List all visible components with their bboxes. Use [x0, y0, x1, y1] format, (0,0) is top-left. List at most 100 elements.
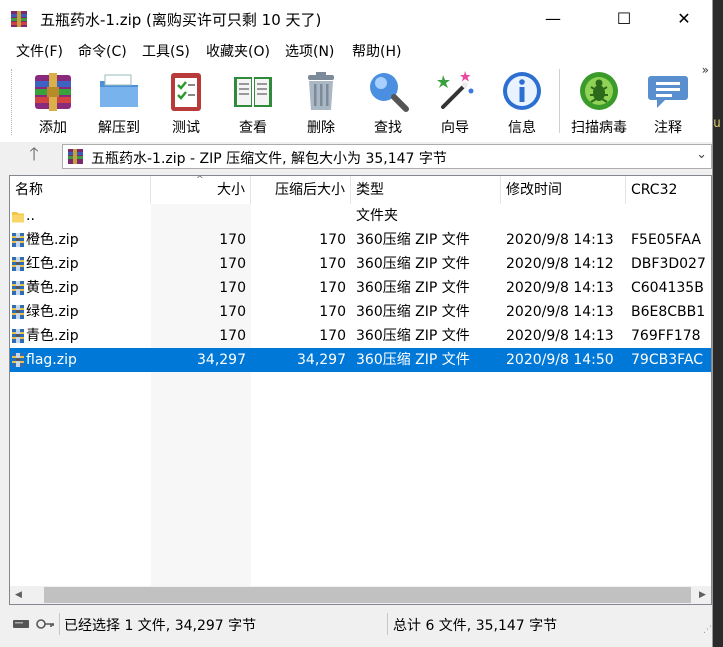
file-row[interactable]: 红色.zip 170 170 360压缩 ZIP 文件 2020/9/8 14:12 DB… — [10, 252, 711, 276]
file-list: 名称 大小 压缩后大小 类型 修改时间 CRC32 ^ .. 文件夹橙色.zip 1… — [9, 175, 712, 605]
delete-label: 删除 — [307, 120, 335, 136]
virus-scan-icon — [580, 72, 618, 110]
menu-favorites[interactable]: 收藏夹(O) — [206, 41, 270, 61]
cell-modified: 2020/9/8 14:13 — [506, 280, 614, 296]
up-folder-button[interactable]: 🡑 — [22, 144, 46, 169]
menu-tools[interactable]: 工具(S) — [142, 41, 190, 61]
cell-modified — [501, 204, 626, 228]
address-bar: 🡑 五瓶药水-1.zip - ZIP 压缩文件, 解包大小为 35,147 字节… — [0, 142, 712, 172]
close-icon: ✕ — [677, 9, 691, 28]
cell-name: 绿色.zip — [26, 304, 79, 320]
cell-type: 360压缩 ZIP 文件 — [356, 352, 470, 368]
add-books-icon — [35, 73, 71, 111]
resize-grip-icon[interactable]: ⋰ — [703, 625, 712, 635]
cell-crc32: C604135B — [631, 280, 704, 296]
trash-icon — [308, 72, 334, 110]
horizontal-scrollbar[interactable]: ◀ ▶ — [10, 586, 711, 604]
cell-packed: 170 — [319, 328, 346, 344]
view-label: 查看 — [239, 120, 267, 136]
winrar-app-icon — [11, 11, 27, 27]
test-button[interactable]: 测试 — [153, 67, 219, 137]
maximize-icon: ☐ — [616, 9, 632, 28]
menu-options[interactable]: 选项(N) — [285, 41, 334, 61]
menu-help[interactable]: 帮助(H) — [352, 41, 401, 61]
list-header: 名称 大小 压缩后大小 类型 修改时间 CRC32 ^ — [10, 176, 711, 204]
toolbar-grip[interactable] — [11, 69, 15, 135]
scroll-left-icon[interactable]: ◀ — [10, 586, 27, 604]
cell-size: 170 — [219, 232, 246, 248]
status-separator — [387, 613, 388, 635]
cell-size: 170 — [219, 280, 246, 296]
comment-label: 注释 — [654, 120, 682, 136]
path-combobox[interactable]: 五瓶药水-1.zip - ZIP 压缩文件, 解包大小为 35,147 字节 ⌄ — [62, 144, 712, 169]
minimize-button[interactable]: — — [530, 0, 576, 37]
cell-name: 红色.zip — [26, 256, 79, 272]
maximize-button[interactable]: ☐ — [601, 0, 647, 37]
menu-file[interactable]: 文件(F) — [16, 41, 63, 61]
column-header-packed[interactable]: 压缩后大小 — [251, 176, 351, 204]
column-header-name[interactable]: 名称 — [10, 176, 151, 204]
cell-name: 青色.zip — [26, 328, 79, 344]
view-button[interactable]: 查看 — [220, 67, 286, 137]
status-bar: 已经选择 1 文件, 34,297 字节 总计 6 文件, 35,147 字节 … — [0, 609, 712, 647]
cell-name: 橙色.zip — [26, 232, 79, 248]
delete-button[interactable]: 删除 — [288, 67, 354, 137]
cell-size: 170 — [219, 304, 246, 320]
winrar-window: 五瓶药水-1.zip (离购买许可只剩 10 天了) — ☐ ✕ 文件(F) 命… — [0, 0, 713, 647]
file-row[interactable]: flag.zip 34,297 34,297 360压缩 ZIP 文件 2020/9/8… — [10, 348, 711, 372]
test-clipboard-icon — [171, 73, 201, 111]
extract-to-button[interactable]: 解压到 — [86, 67, 152, 137]
cell-type: 文件夹 — [356, 208, 398, 224]
cell-packed: 170 — [319, 256, 346, 272]
column-header-crc32[interactable]: CRC32 — [626, 176, 711, 204]
comment-icon — [648, 76, 688, 108]
title-bar[interactable]: 五瓶药水-1.zip (离购买许可只剩 10 天了) — ☐ ✕ — [0, 0, 712, 37]
cell-type: 360压缩 ZIP 文件 — [356, 232, 470, 248]
scan-virus-button[interactable]: 扫描病毒 — [566, 67, 632, 137]
file-row[interactable]: 黄色.zip 170 170 360压缩 ZIP 文件 2020/9/8 14:13 C6… — [10, 276, 711, 300]
cell-modified: 2020/9/8 14:12 — [506, 256, 614, 272]
cell-name: .. — [26, 208, 35, 224]
cell-type: 360压缩 ZIP 文件 — [356, 256, 470, 272]
find-button[interactable]: 查找 — [355, 67, 421, 137]
cell-type: 360压缩 ZIP 文件 — [356, 328, 470, 344]
cell-size: 170 — [219, 328, 246, 344]
cell-name: 黄色.zip — [26, 280, 79, 296]
file-row[interactable]: .. 文件夹 — [10, 204, 711, 228]
scrollbar-thumb[interactable] — [44, 587, 691, 603]
add-button[interactable]: 添加 — [20, 67, 86, 137]
cell-packed: 34,297 — [297, 352, 346, 368]
cell-type: 360压缩 ZIP 文件 — [356, 304, 470, 320]
cell-crc32: F5E05FAA — [631, 232, 701, 248]
cell-name: flag.zip — [26, 352, 77, 368]
toolbar: 添加 解压到 测试 查看 删除 查找 向导 信息 扫描病毒 注释 » — [0, 63, 712, 143]
column-header-type[interactable]: 类型 — [351, 176, 501, 204]
wizard-label: 向导 — [441, 120, 469, 136]
menu-commands[interactable]: 命令(C) — [78, 41, 127, 61]
cell-crc32: 769FF178 — [631, 328, 701, 344]
test-label: 测试 — [172, 120, 200, 136]
scroll-right-icon[interactable]: ▶ — [694, 586, 711, 604]
comment-button[interactable]: 注释 — [635, 67, 701, 137]
drive-key-icon — [13, 619, 54, 629]
column-header-modified[interactable]: 修改时间 — [501, 176, 626, 204]
file-row[interactable]: 青色.zip 170 170 360压缩 ZIP 文件 2020/9/8 14:13 76… — [10, 324, 711, 348]
selection-status: 已经选择 1 文件, 34,297 字节 — [64, 618, 257, 634]
cell-crc32: 79CB3FAC — [631, 352, 703, 368]
close-button[interactable]: ✕ — [661, 0, 707, 37]
cell-crc32: B6E8CBB1 — [631, 304, 706, 320]
chevron-down-icon[interactable]: ⌄ — [696, 147, 707, 162]
wizard-button[interactable]: 向导 — [422, 67, 488, 137]
file-row[interactable]: 橙色.zip 170 170 360压缩 ZIP 文件 2020/9/8 14:13 F5… — [10, 228, 711, 252]
find-label: 查找 — [374, 120, 402, 136]
cell-packed: 170 — [319, 232, 346, 248]
toolbar-overflow-icon[interactable]: » — [702, 63, 709, 77]
path-text: 五瓶药水-1.zip - ZIP 压缩文件, 解包大小为 35,147 字节 — [91, 151, 447, 167]
info-label: 信息 — [508, 120, 536, 136]
cell-modified: 2020/9/8 14:13 — [506, 304, 614, 320]
status-separator — [59, 613, 60, 635]
info-button[interactable]: 信息 — [489, 67, 555, 137]
file-row[interactable]: 绿色.zip 170 170 360压缩 ZIP 文件 2020/9/8 14:13 B6… — [10, 300, 711, 324]
info-icon — [503, 72, 541, 110]
cell-packed — [251, 204, 351, 228]
